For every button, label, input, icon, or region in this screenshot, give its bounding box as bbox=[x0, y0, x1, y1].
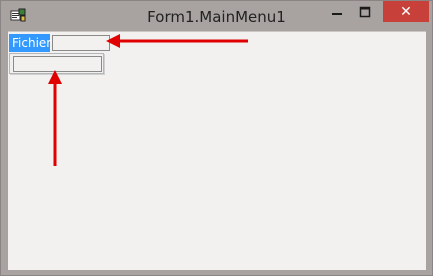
main-window: Form1.MainMenu1 ✕ Fichier bbox=[0, 0, 433, 276]
form-client-area: Fichier bbox=[8, 31, 426, 270]
title-bar[interactable]: Form1.MainMenu1 ✕ bbox=[1, 1, 432, 31]
minimize-button[interactable] bbox=[324, 1, 350, 22]
maximize-icon bbox=[359, 6, 371, 17]
minimize-icon bbox=[332, 12, 342, 15]
dropdown-item-empty[interactable] bbox=[13, 56, 102, 72]
menu-item-fichier[interactable]: Fichier bbox=[9, 34, 52, 52]
close-icon: ✕ bbox=[400, 3, 412, 20]
close-button[interactable]: ✕ bbox=[383, 1, 429, 22]
menu-item-empty[interactable] bbox=[52, 35, 110, 51]
maximize-button[interactable] bbox=[352, 1, 378, 22]
fichier-dropdown-menu bbox=[9, 53, 104, 74]
menu-item-fichier-label: Fichier bbox=[12, 36, 52, 50]
